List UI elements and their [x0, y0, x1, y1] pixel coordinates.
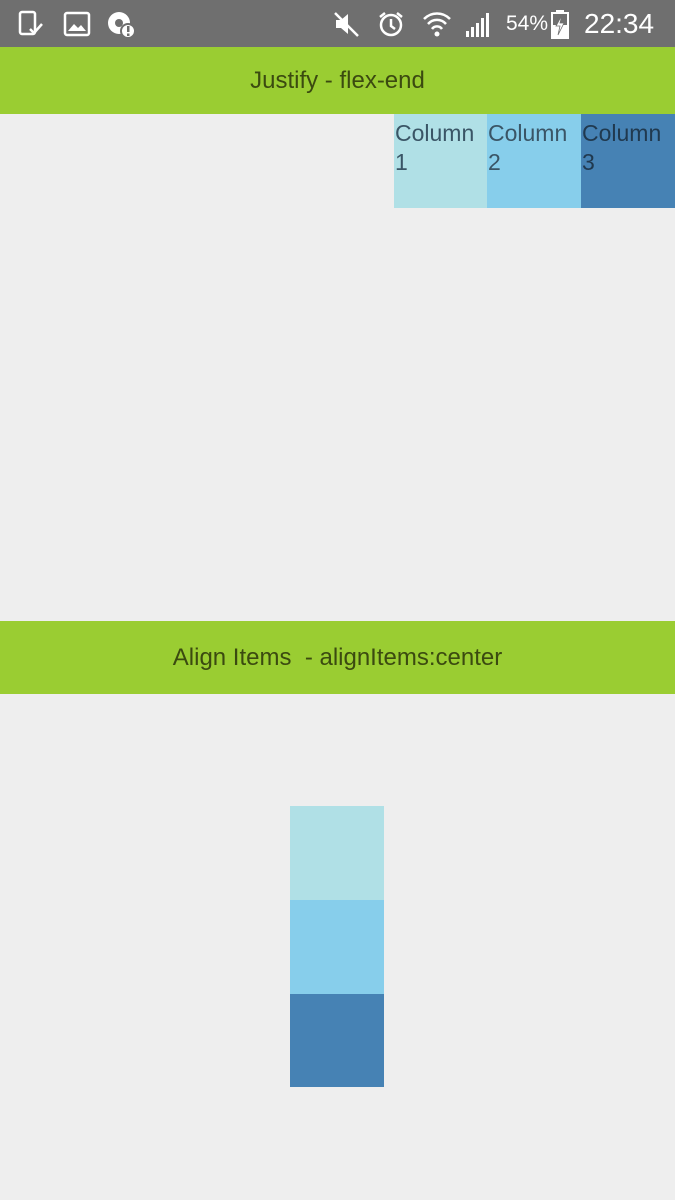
battery-percentage: 54%	[506, 12, 549, 35]
section-header-align-items: Align Items - alignItems:center	[0, 621, 675, 694]
column-1: Column 1	[394, 114, 488, 208]
section-title: Justify - flex-end	[250, 66, 425, 94]
screenshot-icon	[18, 10, 43, 36]
clock: 22:34	[584, 8, 655, 39]
signal-icon	[466, 13, 489, 37]
column-3: Column 3	[581, 114, 675, 208]
section-title: Align Items - alignItems:center	[172, 643, 503, 671]
column-2: Column 2	[487, 114, 581, 208]
align-box-2	[290, 900, 384, 994]
battery-charging-icon	[551, 10, 569, 39]
gallery-icon	[63, 11, 91, 37]
alarm-icon	[379, 12, 403, 37]
sync-alert-icon	[108, 12, 136, 39]
mute-icon	[334, 12, 359, 37]
wifi-icon	[423, 12, 451, 37]
section-header-justify: Justify - flex-end	[0, 47, 675, 114]
align-box-3	[290, 994, 384, 1087]
status-bar: 54% 22:34	[0, 0, 675, 47]
align-box-1	[290, 806, 384, 900]
